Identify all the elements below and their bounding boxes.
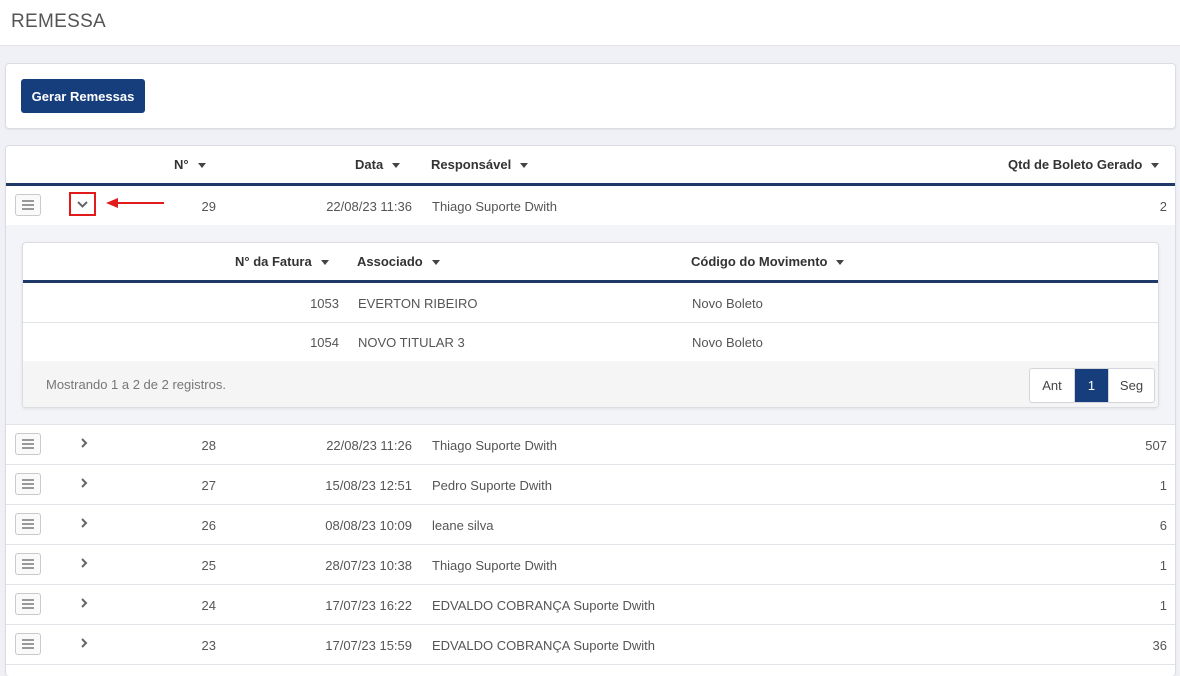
- cell-date: 15/08/23 12:51: [325, 478, 412, 493]
- arrow-left-icon: [106, 198, 164, 208]
- chevron-right-icon[interactable]: [76, 554, 96, 574]
- chevron-right-icon[interactable]: [76, 634, 96, 654]
- actions-card: Gerar Remessas: [5, 63, 1176, 129]
- cell-num: 23: [201, 638, 216, 653]
- sort-icon: [197, 163, 206, 169]
- top-bar: REMESSA: [0, 0, 1180, 46]
- chevron-down-icon[interactable]: [69, 192, 96, 216]
- cell-associate: EVERTON RIBEIRO: [358, 296, 478, 311]
- sort-icon: [392, 163, 401, 169]
- prev-page-button[interactable]: Ant: [1030, 369, 1075, 402]
- column-header-movement[interactable]: Código do Movimento: [691, 254, 845, 269]
- chevron-right-icon[interactable]: [76, 434, 96, 454]
- table-header: N° Data Responsável Qtd de Boleto Gerado: [6, 146, 1175, 186]
- menu-icon[interactable]: [15, 473, 41, 495]
- cell-qty: 1: [1159, 558, 1167, 573]
- next-page-button[interactable]: Seg: [1108, 369, 1154, 402]
- invoice-subtable: N° da Fatura Associado Código do Movimen…: [22, 242, 1159, 408]
- pagination: Ant 1 Seg: [1029, 368, 1155, 403]
- cell-invoice: 1053: [310, 296, 339, 311]
- cell-responsible: leane silva: [432, 518, 494, 533]
- column-header-label: Qtd de Boleto Gerado: [1008, 157, 1143, 172]
- records-info: Mostrando 1 a 2 de 2 registros.: [46, 377, 226, 392]
- subtable-header: N° da Fatura Associado Código do Movimen…: [23, 243, 1158, 283]
- column-header-label: N° da Fatura: [235, 254, 312, 269]
- column-header-label: Código do Movimento: [691, 254, 828, 269]
- table-row: 27 15/08/23 12:51 Pedro Suporte Dwith 1: [6, 465, 1175, 505]
- sort-icon: [520, 163, 529, 169]
- menu-icon[interactable]: [15, 433, 41, 455]
- table-row-expanded: 29 22/08/23 11:36 Thiago Suporte Dwith 2: [6, 186, 1175, 226]
- cell-qty: 1: [1159, 598, 1167, 613]
- cell-responsible: EDVALDO COBRANÇA Suporte Dwith: [432, 638, 655, 653]
- cell-responsible: EDVALDO COBRANÇA Suporte Dwith: [432, 598, 655, 613]
- cell-qty: 6: [1159, 518, 1167, 533]
- column-header-label: Associado: [357, 254, 423, 269]
- chevron-right-icon[interactable]: [76, 514, 96, 534]
- column-header-qty[interactable]: Qtd de Boleto Gerado: [1008, 157, 1160, 172]
- cell-date: 22/08/23 11:36: [326, 199, 412, 214]
- cell-num: 24: [201, 598, 216, 613]
- sort-icon: [1151, 163, 1160, 169]
- menu-icon[interactable]: [15, 593, 41, 615]
- menu-icon[interactable]: [15, 633, 41, 655]
- cell-qty: 1: [1159, 478, 1167, 493]
- table-row: 26 08/08/23 10:09 leane silva 6: [6, 505, 1175, 545]
- table-row: 23 17/07/23 15:59 EDVALDO COBRANÇA Supor…: [6, 625, 1175, 665]
- cell-num: 27: [201, 478, 216, 493]
- column-header-associate[interactable]: Associado: [357, 254, 440, 269]
- menu-icon[interactable]: [15, 553, 41, 575]
- cell-date: 22/08/23 11:26: [326, 438, 412, 453]
- cell-responsible: Thiago Suporte Dwith: [432, 438, 558, 453]
- cell-date: 17/07/23 15:59: [325, 638, 412, 653]
- remittance-table: N° Data Responsável Qtd de Boleto Gerado…: [5, 145, 1176, 676]
- page-title: REMESSA: [11, 11, 107, 32]
- column-header-num[interactable]: N°: [174, 157, 206, 172]
- cell-movement: Novo Boleto: [692, 296, 763, 311]
- sort-icon: [320, 260, 329, 266]
- cell-qty: 2: [1159, 199, 1167, 214]
- cell-responsible: Thiago Suporte Dwith: [432, 199, 558, 214]
- column-header-date[interactable]: Data: [355, 157, 401, 172]
- sort-icon: [431, 260, 440, 266]
- subtable-footer: Mostrando 1 a 2 de 2 registros. Ant 1 Se…: [23, 361, 1158, 407]
- table-row: 28 22/08/23 11:26 Thiago Suporte Dwith 5…: [6, 425, 1175, 465]
- column-header-label: N°: [174, 157, 189, 172]
- column-header-label: Data: [355, 157, 384, 172]
- menu-icon[interactable]: [15, 194, 41, 216]
- cell-num: 25: [201, 558, 216, 573]
- subtable-row: 1054 NOVO TITULAR 3 Novo Boleto: [23, 322, 1158, 362]
- table-row: 25 28/07/23 10:38 Thiago Suporte Dwith 1: [6, 545, 1175, 585]
- cell-responsible: Pedro Suporte Dwith: [432, 478, 552, 493]
- menu-icon[interactable]: [15, 513, 41, 535]
- cell-associate: NOVO TITULAR 3: [358, 335, 465, 350]
- sort-icon: [836, 260, 845, 266]
- chevron-right-icon[interactable]: [76, 474, 96, 494]
- cell-num: 26: [201, 518, 216, 533]
- cell-num: 28: [201, 438, 216, 453]
- cell-qty: 36: [1152, 638, 1167, 653]
- cell-responsible: Thiago Suporte Dwith: [432, 558, 558, 573]
- cell-num: 29: [201, 199, 216, 214]
- page-1-button[interactable]: 1: [1075, 369, 1108, 402]
- cell-date: 08/08/23 10:09: [325, 518, 412, 533]
- table-row: 24 17/07/23 16:22 EDVALDO COBRANÇA Supor…: [6, 585, 1175, 625]
- column-header-responsible[interactable]: Responsável: [431, 157, 529, 172]
- cell-invoice: 1054: [310, 335, 339, 350]
- subtable-row: 1053 EVERTON RIBEIRO Novo Boleto: [23, 283, 1158, 323]
- chevron-right-icon[interactable]: [76, 594, 96, 614]
- cell-date: 17/07/23 16:22: [325, 598, 412, 613]
- row-detail: N° da Fatura Associado Código do Movimen…: [6, 225, 1175, 425]
- column-header-invoice[interactable]: N° da Fatura: [235, 254, 329, 269]
- column-header-label: Responsável: [431, 157, 512, 172]
- cell-date: 28/07/23 10:38: [325, 558, 412, 573]
- cell-qty: 507: [1145, 438, 1167, 453]
- generate-remittance-button[interactable]: Gerar Remessas: [21, 79, 145, 113]
- cell-movement: Novo Boleto: [692, 335, 763, 350]
